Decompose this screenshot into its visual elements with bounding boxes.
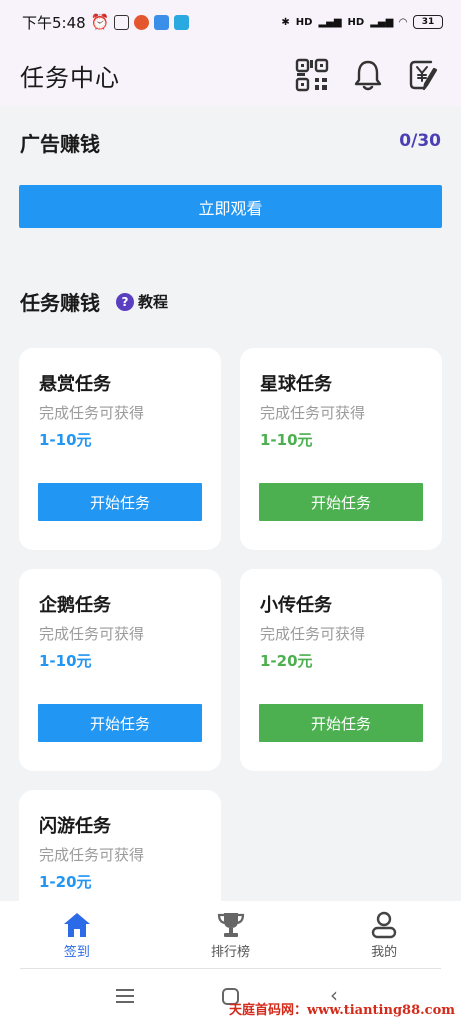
task-card-xiaochuan: 小传任务 完成任务可获得 1-20元 开始任务 [240,569,442,771]
task-section-header: 任务赚钱 ? 教程 [20,287,168,316]
yuan-edit-icon[interactable] [407,58,441,92]
task-card-name: 小传任务 [260,595,332,616]
cloud-notification-icon [174,14,190,30]
bottom-nav: 签到 排行榜 我的 [0,901,461,969]
task-card-desc: 完成任务可获得 [39,625,145,643]
bluetooth-icon: ✱ [281,16,290,28]
task-card-planet: 星球任务 完成任务可获得 1-10元 开始任务 [240,348,442,550]
question-icon: ? [116,292,134,311]
card-notification-icon [154,14,170,30]
task-card-reward: 1-20元 [39,873,92,891]
nav-item-leaderboard[interactable]: 排行榜 [154,901,308,969]
status-right: ✱ HD ▂▄▆ HD ▂▄▆ ◠ 31 [281,15,443,29]
task-card-name: 星球任务 [260,374,332,395]
app-header: 任务中心 [0,44,461,106]
watermark: 天庭首码网：www.tianting88.com [228,1003,455,1018]
task-card-bounty: 悬赏任务 完成任务可获得 1-10元 开始任务 [19,348,221,550]
start-task-button[interactable]: 开始任务 [38,704,202,742]
task-card-desc: 完成任务可获得 [260,404,366,422]
page-title: 任务中心 [20,63,120,92]
menu-icon[interactable] [116,989,134,1003]
battery-icon: 31 [413,15,443,29]
ad-watch-count: 0/30 [399,131,441,151]
task-card-name: 闪游任务 [39,816,111,837]
nav-item-profile[interactable]: 我的 [307,901,461,969]
system-nav-bar: ‹ 天庭首码网：www.tianting88.com [0,969,461,1024]
nfc-icon [114,14,130,30]
alarm-icon: ⏰ [90,13,110,31]
wifi-icon: ◠ [399,16,407,28]
signal-hd-label-1: HD [295,16,313,28]
signal-icon-2: ▂▄▆ [370,16,394,28]
task-card-desc: 完成任务可获得 [39,846,145,864]
task-card-reward: 1-10元 [39,652,92,670]
task-card-reward: 1-10元 [39,431,92,449]
ad-section-title: 广告赚钱 [20,132,100,156]
start-task-button[interactable]: 开始任务 [259,704,423,742]
nav-item-label: 签到 [63,944,90,960]
task-card-desc: 完成任务可获得 [39,404,145,422]
status-bar: 下午5:48 ⏰ ✱ HD ▂▄▆ HD ▂▄▆ ◠ 31 [0,0,461,44]
nav-item-label: 排行榜 [211,944,251,960]
ad-section: 广告赚钱 0/30 立即观看 [0,106,461,246]
trophy-icon [217,912,244,937]
status-time: 下午5:48 [22,13,86,32]
task-card-reward: 1-10元 [260,431,313,449]
start-task-button[interactable]: 开始任务 [38,483,202,521]
battery-level: 31 [421,17,435,27]
app-notification-icon [134,14,150,30]
task-card-penguin: 企鹅任务 完成任务可获得 1-10元 开始任务 [19,569,221,771]
qr-code-icon[interactable] [295,58,329,92]
task-card-desc: 完成任务可获得 [260,625,366,643]
task-card-reward: 1-20元 [260,652,313,670]
nav-item-checkin[interactable]: 签到 [0,901,154,969]
signal-icon: ▂▄▆ [318,16,342,28]
bell-icon[interactable] [351,58,385,92]
task-section-title: 任务赚钱 [20,291,100,315]
watch-now-button[interactable]: 立即观看 [19,185,442,228]
tutorial-link[interactable]: ? 教程 [116,291,168,312]
start-task-button[interactable]: 开始任务 [259,483,423,521]
header-actions [295,58,441,92]
task-card-name: 企鹅任务 [39,595,111,616]
signal-hd-label-2: HD [347,16,365,28]
status-left: 下午5:48 ⏰ [22,12,190,33]
nav-item-label: 我的 [371,944,398,960]
task-card-name: 悬赏任务 [39,374,111,395]
user-icon [371,911,397,938]
home-icon [63,912,90,937]
tutorial-label: 教程 [138,293,169,311]
